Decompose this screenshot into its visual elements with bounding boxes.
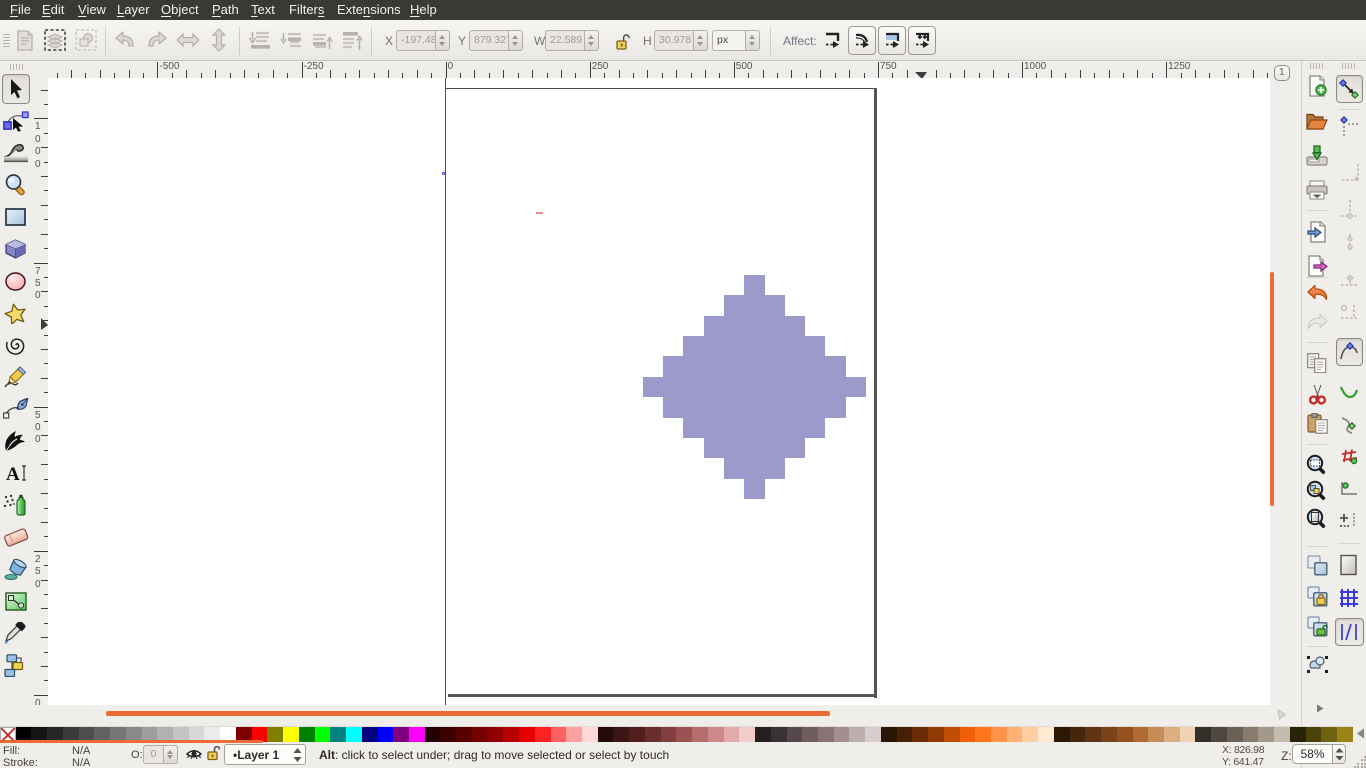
svg-text:A: A: [6, 464, 20, 482]
